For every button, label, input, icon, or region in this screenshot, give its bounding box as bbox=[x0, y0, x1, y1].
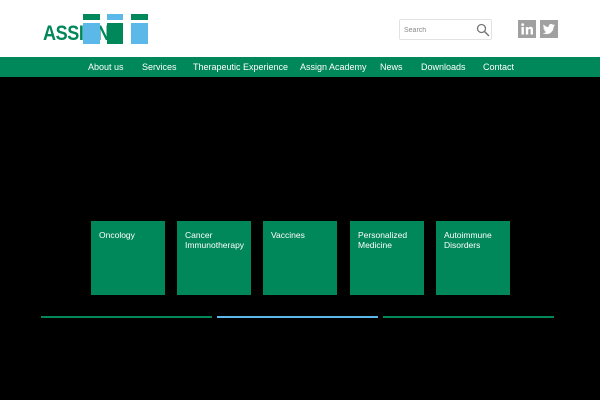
logo[interactable]: ASSIGN bbox=[43, 14, 148, 46]
tile-personalized-medicine[interactable]: Personalized Medicine bbox=[350, 221, 424, 295]
nav-item-about-us[interactable]: About us bbox=[88, 57, 124, 77]
search-box bbox=[399, 19, 492, 40]
nav-item-news[interactable]: News bbox=[380, 57, 403, 77]
nav-item-contact[interactable]: Contact bbox=[483, 57, 514, 77]
tile-label: Cancer Immunotherapy bbox=[185, 230, 245, 250]
tile-label: Vaccines bbox=[271, 230, 305, 240]
main-nav: About us Services Therapeutic Experience… bbox=[0, 57, 600, 77]
search-input[interactable] bbox=[404, 22, 470, 38]
nav-item-assign-academy[interactable]: Assign Academy bbox=[300, 57, 367, 77]
nav-item-therapeutic-experience[interactable]: Therapeutic Experience bbox=[193, 57, 288, 77]
twitter-icon[interactable] bbox=[540, 20, 558, 38]
slider-indicator-2[interactable] bbox=[217, 316, 378, 318]
tile-cancer-immunotherapy[interactable]: Cancer Immunotherapy bbox=[177, 221, 251, 295]
linkedin-icon[interactable] bbox=[518, 20, 536, 38]
tile-autoimmune-disorders[interactable]: Autoimmune Disorders bbox=[436, 221, 510, 295]
nav-item-downloads[interactable]: Downloads bbox=[421, 57, 466, 77]
tile-vaccines[interactable]: Vaccines bbox=[263, 221, 337, 295]
search-icon[interactable] bbox=[476, 23, 490, 37]
site-header: ASSIGN bbox=[0, 0, 600, 57]
tile-oncology[interactable]: Oncology bbox=[91, 221, 165, 295]
tile-label: Personalized Medicine bbox=[358, 230, 408, 250]
tile-label: Oncology bbox=[99, 230, 135, 240]
nav-item-services[interactable]: Services bbox=[142, 57, 177, 77]
tile-label: Autoimmune Disorders bbox=[444, 230, 492, 250]
slider-indicator-3[interactable] bbox=[383, 316, 554, 318]
slider-indicator-1[interactable] bbox=[41, 316, 212, 318]
